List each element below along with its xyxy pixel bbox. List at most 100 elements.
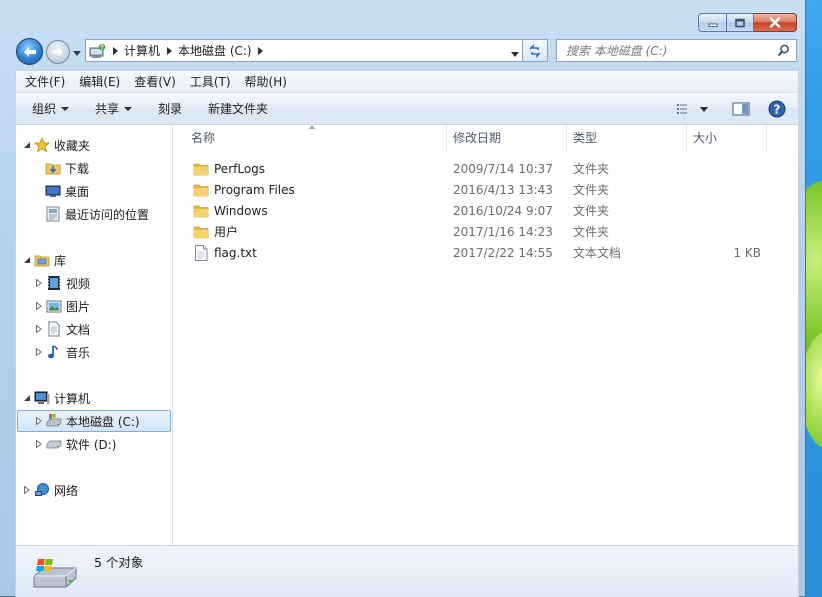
drive-icon [45, 435, 63, 453]
breadcrumb-separator[interactable] [162, 46, 176, 55]
collapsed-arrow-icon[interactable] [34, 324, 44, 334]
expanded-arrow-icon[interactable] [22, 140, 32, 150]
menu-tools[interactable]: 工具(T) [183, 72, 238, 92]
column-size-label: 大小 [693, 131, 718, 145]
file-name: PerfLogs [214, 161, 266, 176]
menu-edit[interactable]: 编辑(E) [72, 72, 127, 92]
file-date: 2017/2/22 14:55 [453, 245, 553, 260]
nav-pictures[interactable]: 图片 [34, 295, 90, 317]
preview-pane-button[interactable] [732, 98, 750, 120]
expanded-arrow-icon[interactable] [22, 255, 32, 265]
address-history-dropdown[interactable] [511, 46, 519, 60]
nav-software-d[interactable]: 软件 (D:) [34, 433, 116, 455]
file-name-cell: PerfLogs [174, 161, 447, 177]
nav-recent-places[interactable]: 最近访问的位置 [44, 203, 149, 225]
chevron-right-icon [112, 46, 118, 55]
menu-help[interactable]: 帮助(H) [238, 72, 294, 92]
nav-libraries[interactable]: 库 [22, 249, 66, 271]
help-icon: ? [768, 100, 786, 118]
file-name-cell: Windows [174, 203, 447, 219]
column-size[interactable]: 大小 [687, 125, 767, 151]
menu-view[interactable]: 查看(V) [127, 72, 183, 92]
minimize-icon [708, 23, 717, 27]
menu-bar: 文件(F) 编辑(E) 查看(V) 工具(T) 帮助(H) [15, 70, 799, 92]
organize-label: 组织 [32, 102, 57, 116]
video-library-icon [45, 274, 63, 292]
sort-ascending-icon [309, 125, 315, 129]
breadcrumb-separator[interactable] [254, 46, 268, 55]
nav-desktop-label: 桌面 [65, 184, 90, 199]
collapsed-arrow-icon[interactable] [34, 347, 44, 357]
navigation-pane[interactable]: 收藏夹 下载 桌面 最近访问的位置 库 视频 图片 文档 音乐 计算机 本地磁盘… [16, 125, 173, 545]
table-row[interactable]: PerfLogs 2009/7/14 10:37 文件夹 [174, 158, 798, 179]
help-button[interactable]: ? [768, 98, 786, 120]
table-row[interactable]: 用户 2017/1/16 14:23 文件夹 [174, 221, 798, 242]
refresh-button[interactable] [523, 39, 548, 62]
breadcrumb-local-disk[interactable]: 本地磁盘 (C:) [176, 42, 254, 59]
forward-button[interactable] [46, 40, 70, 64]
nav-favorites[interactable]: 收藏夹 [22, 134, 90, 156]
nav-local-disk-c[interactable]: 本地磁盘 (C:) [17, 410, 171, 432]
collapsed-arrow-icon[interactable] [34, 416, 44, 426]
collapsed-arrow-icon[interactable] [22, 485, 32, 495]
search-icon[interactable] [777, 44, 790, 60]
recent-pages-button[interactable] [72, 48, 82, 58]
expanded-arrow-icon[interactable] [22, 393, 32, 403]
chevron-down-icon [511, 52, 519, 57]
back-button[interactable] [16, 38, 43, 65]
nav-videos[interactable]: 视频 [34, 272, 90, 294]
minimize-button[interactable] [698, 13, 727, 32]
chevron-right-icon [258, 46, 264, 55]
table-row[interactable]: Program Files 2016/4/13 13:43 文件夹 [174, 179, 798, 200]
folder-icon [193, 224, 209, 240]
file-type: 文本文档 [573, 246, 622, 260]
collapsed-arrow-icon[interactable] [34, 301, 44, 311]
file-size: 1 KB [733, 245, 761, 260]
recent-places-icon [44, 205, 62, 223]
column-name[interactable]: 名称 [174, 125, 447, 151]
item-count: 5 个对象 [94, 555, 144, 570]
collapsed-arrow-icon[interactable] [34, 439, 44, 449]
maximize-button[interactable] [727, 13, 754, 32]
network-icon [33, 481, 51, 499]
system-drive-icon [32, 558, 78, 593]
file-type: 文件夹 [573, 204, 610, 218]
nav-downloads[interactable]: 下载 [44, 157, 89, 179]
breadcrumb-separator[interactable] [108, 46, 122, 55]
change-view-button[interactable] [676, 98, 692, 120]
nav-music[interactable]: 音乐 [34, 341, 90, 363]
folder-icon [193, 203, 209, 219]
organize-button[interactable]: 组织 [24, 97, 77, 121]
address-bar[interactable]: 计算机 本地磁盘 (C:) [85, 39, 523, 62]
close-button[interactable] [754, 13, 797, 32]
column-header: 名称 修改日期 类型 大小 [174, 125, 798, 151]
file-list[interactable]: 名称 修改日期 类型 大小 PerfLogs 2009/7/14 10:37 文… [174, 125, 798, 545]
nav-desktop[interactable]: 桌面 [44, 180, 89, 202]
new-folder-button[interactable]: 新建文件夹 [200, 97, 276, 121]
view-details-icon [677, 104, 687, 114]
nav-downloads-label: 下载 [65, 161, 90, 176]
burn-button[interactable]: 刻录 [150, 97, 190, 121]
nav-computer[interactable]: 计算机 [22, 387, 90, 409]
search-input[interactable] [557, 40, 772, 61]
breadcrumb-computer[interactable]: 计算机 [122, 42, 162, 59]
table-row[interactable]: Windows 2016/10/24 9:07 文件夹 [174, 200, 798, 221]
svg-text:?: ? [774, 103, 781, 117]
share-button[interactable]: 共享 [87, 97, 140, 121]
collapsed-arrow-icon[interactable] [34, 278, 44, 288]
chevron-down-icon [73, 50, 81, 56]
nav-videos-label: 视频 [66, 276, 91, 291]
computer-icon [88, 42, 108, 60]
menu-file[interactable]: 文件(F) [18, 72, 72, 92]
command-bar: 组织 共享 刻录 新建文件夹 ? [15, 92, 799, 125]
search-box[interactable] [556, 39, 797, 62]
star-icon [33, 136, 51, 154]
table-row[interactable]: flag.txt 2017/2/22 14:55 文本文档 1 KB [174, 242, 798, 263]
nav-documents[interactable]: 文档 [34, 318, 90, 340]
column-name-label: 名称 [191, 131, 216, 145]
column-type[interactable]: 类型 [567, 125, 687, 151]
view-options-dropdown[interactable] [696, 98, 712, 120]
chevron-down-icon [700, 106, 708, 112]
column-date-modified[interactable]: 修改日期 [447, 125, 567, 151]
nav-network[interactable]: 网络 [22, 479, 78, 501]
